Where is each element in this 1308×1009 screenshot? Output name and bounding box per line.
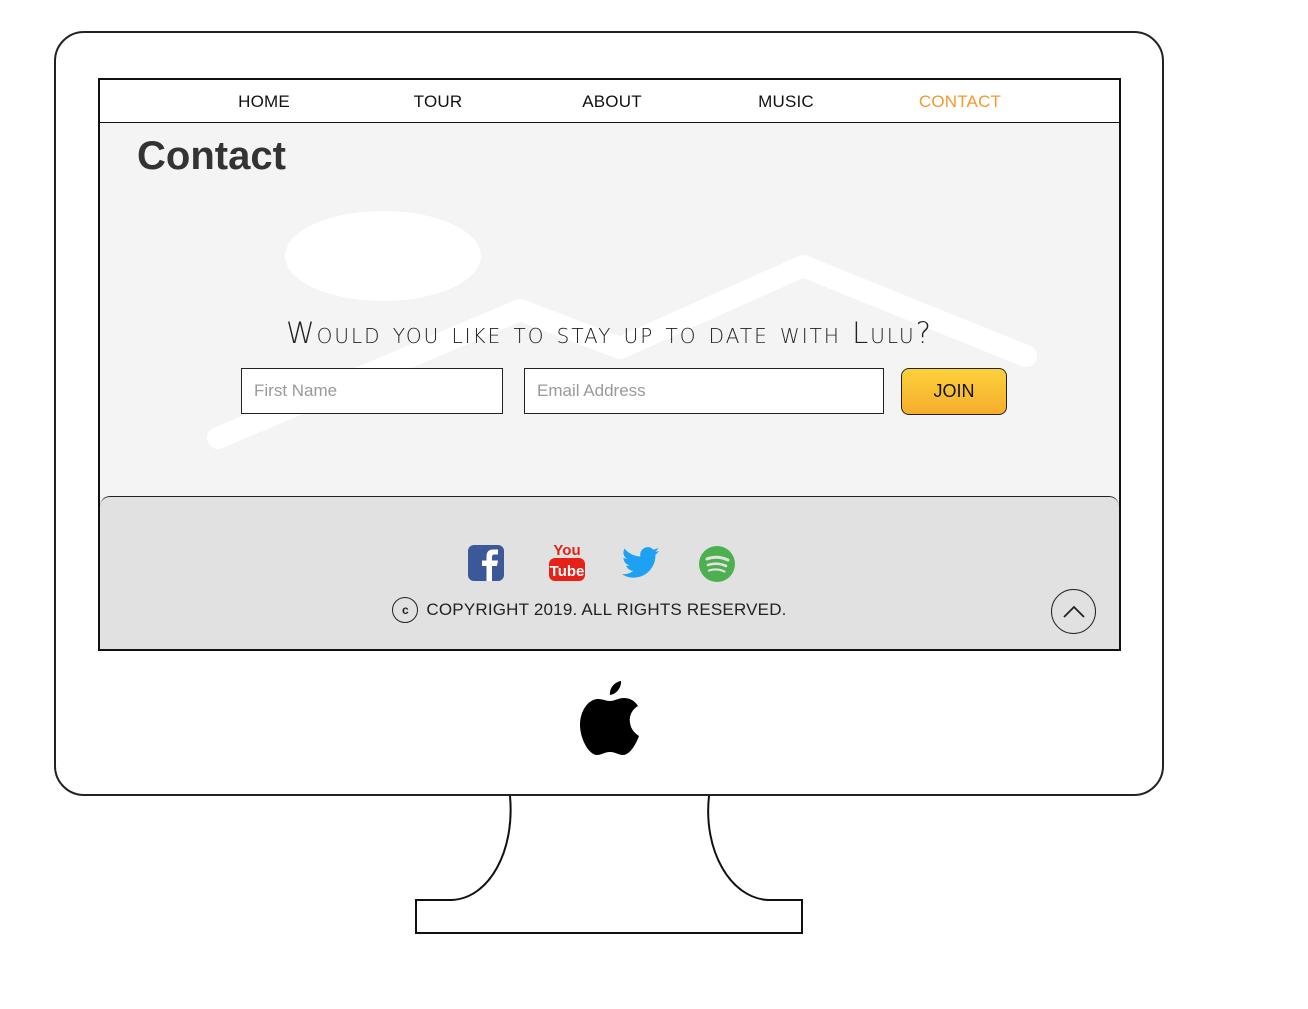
first-name-input[interactable] [241,368,503,414]
nav-contact[interactable]: CONTACT [919,92,1001,112]
nav-home[interactable]: HOME [238,92,290,112]
join-button[interactable]: JOIN [901,368,1007,415]
twitter-icon[interactable] [622,547,660,579]
youtube-tube-text: Tube [550,563,585,580]
top-navigation: HOME TOUR ABOUT MUSIC CONTACT [100,80,1119,123]
back-to-top-button[interactable] [1051,589,1096,634]
copyright-text: COPYRIGHT 2019. ALL RIGHTS RESERVED. [426,600,787,619]
copyright-icon: c [392,597,419,623]
nav-music[interactable]: MUSIC [758,92,814,112]
nav-about[interactable]: ABOUT [582,92,642,112]
footer: You Tube c COPYRIGHT 2019. ALL RIGHTS RES… [100,496,1119,649]
website-screen: HOME TOUR ABOUT MUSIC CONTACT Contact Wo… [98,78,1121,651]
youtube-icon[interactable]: You Tube [548,539,586,583]
apple-logo-icon [580,681,639,755]
spotify-icon[interactable] [698,545,736,583]
chevron-up-icon [1062,605,1085,618]
signup-tagline: Would you like to stay up to date with L… [285,316,934,350]
facebook-icon[interactable] [468,545,504,581]
page-title: Contact [137,134,286,178]
copyright: c COPYRIGHT 2019. ALL RIGHTS RESERVED. [100,597,1119,623]
email-input[interactable] [524,368,884,414]
nav-tour[interactable]: TOUR [414,92,463,112]
youtube-you-text: You [553,542,580,559]
